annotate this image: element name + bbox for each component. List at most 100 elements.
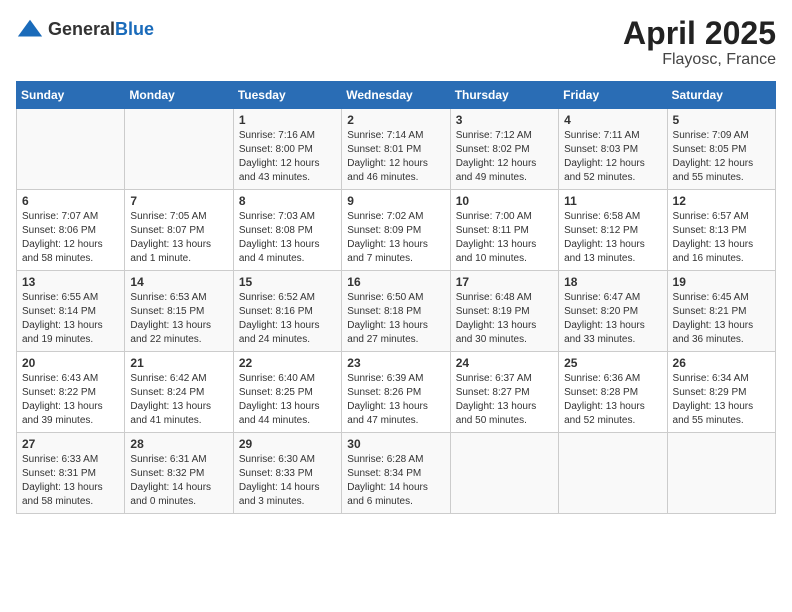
day-info: Sunrise: 6:53 AM Sunset: 8:15 PM Dayligh… [130, 291, 227, 347]
day-number: 11 [564, 194, 661, 208]
calendar-cell: 23 Sunrise: 6:39 AM Sunset: 8:26 PM Dayli… [342, 352, 450, 433]
calendar-cell: 15 Sunrise: 6:52 AM Sunset: 8:16 PM Dayli… [233, 271, 341, 352]
day-number: 5 [673, 113, 770, 127]
day-number: 8 [239, 194, 336, 208]
calendar-cell: 8 Sunrise: 7:03 AM Sunset: 8:08 PM Daylig… [233, 190, 341, 271]
day-number: 29 [239, 437, 336, 451]
day-info: Sunrise: 6:33 AM Sunset: 8:31 PM Dayligh… [22, 453, 119, 509]
day-info: Sunrise: 7:00 AM Sunset: 8:11 PM Dayligh… [456, 210, 553, 266]
calendar-cell: 12 Sunrise: 6:57 AM Sunset: 8:13 PM Dayli… [667, 190, 775, 271]
day-number: 25 [564, 356, 661, 370]
calendar-cell: 18 Sunrise: 6:47 AM Sunset: 8:20 PM Dayli… [559, 271, 667, 352]
day-info: Sunrise: 6:45 AM Sunset: 8:21 PM Dayligh… [673, 291, 770, 347]
day-number: 21 [130, 356, 227, 370]
day-number: 22 [239, 356, 336, 370]
logo-blue: Blue [115, 20, 154, 40]
day-number: 2 [347, 113, 444, 127]
day-number: 17 [456, 275, 553, 289]
logo-text: GeneralBlue [48, 20, 154, 40]
day-info: Sunrise: 6:42 AM Sunset: 8:24 PM Dayligh… [130, 372, 227, 428]
calendar-cell: 6Sunrise: 7:07 AM Sunset: 8:06 PM Daylig… [17, 190, 125, 271]
weekday-header-sunday: Sunday [17, 82, 125, 109]
calendar-cell: 27Sunrise: 6:33 AM Sunset: 8:31 PM Dayli… [17, 433, 125, 514]
day-info: Sunrise: 6:34 AM Sunset: 8:29 PM Dayligh… [673, 372, 770, 428]
day-info: Sunrise: 6:43 AM Sunset: 8:22 PM Dayligh… [22, 372, 119, 428]
day-info: Sunrise: 6:31 AM Sunset: 8:32 PM Dayligh… [130, 453, 227, 509]
day-info: Sunrise: 6:57 AM Sunset: 8:13 PM Dayligh… [673, 210, 770, 266]
calendar-cell: 3 Sunrise: 7:12 AM Sunset: 8:02 PM Daylig… [450, 109, 558, 190]
calendar-cell: 26 Sunrise: 6:34 AM Sunset: 8:29 PM Dayli… [667, 352, 775, 433]
day-info: Sunrise: 7:14 AM Sunset: 8:01 PM Dayligh… [347, 129, 444, 185]
day-number: 15 [239, 275, 336, 289]
day-number: 10 [456, 194, 553, 208]
calendar-cell: 29 Sunrise: 6:30 AM Sunset: 8:33 PM Dayli… [233, 433, 341, 514]
day-info: Sunrise: 6:30 AM Sunset: 8:33 PM Dayligh… [239, 453, 336, 509]
day-info: Sunrise: 6:58 AM Sunset: 8:12 PM Dayligh… [564, 210, 661, 266]
day-info: Sunrise: 7:12 AM Sunset: 8:02 PM Dayligh… [456, 129, 553, 185]
weekday-header-wednesday: Wednesday [342, 82, 450, 109]
page-header: GeneralBlue April 2025 Flayosc, France [16, 16, 776, 69]
day-info: Sunrise: 7:05 AM Sunset: 8:07 PM Dayligh… [130, 210, 227, 266]
day-info: Sunrise: 7:07 AM Sunset: 8:06 PM Dayligh… [22, 210, 119, 266]
calendar-cell: 2 Sunrise: 7:14 AM Sunset: 8:01 PM Daylig… [342, 109, 450, 190]
weekday-header-tuesday: Tuesday [233, 82, 341, 109]
calendar-cell: 22 Sunrise: 6:40 AM Sunset: 8:25 PM Dayli… [233, 352, 341, 433]
day-number: 20 [22, 356, 119, 370]
calendar-cell: 16 Sunrise: 6:50 AM Sunset: 8:18 PM Dayli… [342, 271, 450, 352]
calendar-week-row: 27Sunrise: 6:33 AM Sunset: 8:31 PM Dayli… [17, 433, 776, 514]
day-number: 19 [673, 275, 770, 289]
weekday-header-thursday: Thursday [450, 82, 558, 109]
calendar-cell [559, 433, 667, 514]
day-info: Sunrise: 6:52 AM Sunset: 8:16 PM Dayligh… [239, 291, 336, 347]
day-info: Sunrise: 6:47 AM Sunset: 8:20 PM Dayligh… [564, 291, 661, 347]
calendar-cell: 20 Sunrise: 6:43 AM Sunset: 8:22 PM Dayli… [17, 352, 125, 433]
day-info: Sunrise: 6:37 AM Sunset: 8:27 PM Dayligh… [456, 372, 553, 428]
day-number: 30 [347, 437, 444, 451]
day-info: Sunrise: 7:03 AM Sunset: 8:08 PM Dayligh… [239, 210, 336, 266]
day-number: 28 [130, 437, 227, 451]
logo-general: General [48, 20, 115, 40]
day-info: Sunrise: 7:11 AM Sunset: 8:03 PM Dayligh… [564, 129, 661, 185]
day-number: 7 [130, 194, 227, 208]
day-info: Sunrise: 6:36 AM Sunset: 8:28 PM Dayligh… [564, 372, 661, 428]
calendar-week-row: 20 Sunrise: 6:43 AM Sunset: 8:22 PM Dayli… [17, 352, 776, 433]
calendar-cell: 17 Sunrise: 6:48 AM Sunset: 8:19 PM Dayli… [450, 271, 558, 352]
day-number: 18 [564, 275, 661, 289]
day-info: Sunrise: 6:48 AM Sunset: 8:19 PM Dayligh… [456, 291, 553, 347]
calendar-cell: 4Sunrise: 7:11 AM Sunset: 8:03 PM Daylig… [559, 109, 667, 190]
day-number: 26 [673, 356, 770, 370]
calendar-cell: 25 Sunrise: 6:36 AM Sunset: 8:28 PM Dayli… [559, 352, 667, 433]
weekday-header-row: SundayMondayTuesdayWednesdayThursdayFrid… [17, 82, 776, 109]
calendar-cell: 14 Sunrise: 6:53 AM Sunset: 8:15 PM Dayli… [125, 271, 233, 352]
day-info: Sunrise: 6:39 AM Sunset: 8:26 PM Dayligh… [347, 372, 444, 428]
month-title: April 2025 [623, 16, 776, 51]
logo: GeneralBlue [16, 16, 154, 44]
calendar-cell: 19 Sunrise: 6:45 AM Sunset: 8:21 PM Dayli… [667, 271, 775, 352]
day-number: 13 [22, 275, 119, 289]
calendar-cell: 30 Sunrise: 6:28 AM Sunset: 8:34 PM Dayli… [342, 433, 450, 514]
calendar-cell: 21 Sunrise: 6:42 AM Sunset: 8:24 PM Dayli… [125, 352, 233, 433]
calendar-cell: 28 Sunrise: 6:31 AM Sunset: 8:32 PM Dayli… [125, 433, 233, 514]
weekday-header-monday: Monday [125, 82, 233, 109]
day-info: Sunrise: 6:28 AM Sunset: 8:34 PM Dayligh… [347, 453, 444, 509]
day-info: Sunrise: 6:50 AM Sunset: 8:18 PM Dayligh… [347, 291, 444, 347]
day-info: Sunrise: 7:16 AM Sunset: 8:00 PM Dayligh… [239, 129, 336, 185]
day-number: 12 [673, 194, 770, 208]
calendar-cell: 5Sunrise: 7:09 AM Sunset: 8:05 PM Daylig… [667, 109, 775, 190]
day-number: 23 [347, 356, 444, 370]
title-area: April 2025 Flayosc, France [623, 16, 776, 69]
calendar-cell [125, 109, 233, 190]
calendar-cell [667, 433, 775, 514]
day-info: Sunrise: 7:02 AM Sunset: 8:09 PM Dayligh… [347, 210, 444, 266]
day-info: Sunrise: 6:40 AM Sunset: 8:25 PM Dayligh… [239, 372, 336, 428]
calendar-cell [17, 109, 125, 190]
weekday-header-friday: Friday [559, 82, 667, 109]
calendar-cell: 1Sunrise: 7:16 AM Sunset: 8:00 PM Daylig… [233, 109, 341, 190]
calendar-cell [450, 433, 558, 514]
calendar-week-row: 6Sunrise: 7:07 AM Sunset: 8:06 PM Daylig… [17, 190, 776, 271]
day-number: 3 [456, 113, 553, 127]
day-number: 14 [130, 275, 227, 289]
calendar-week-row: 13Sunrise: 6:55 AM Sunset: 8:14 PM Dayli… [17, 271, 776, 352]
calendar-cell: 7 Sunrise: 7:05 AM Sunset: 8:07 PM Daylig… [125, 190, 233, 271]
day-number: 16 [347, 275, 444, 289]
